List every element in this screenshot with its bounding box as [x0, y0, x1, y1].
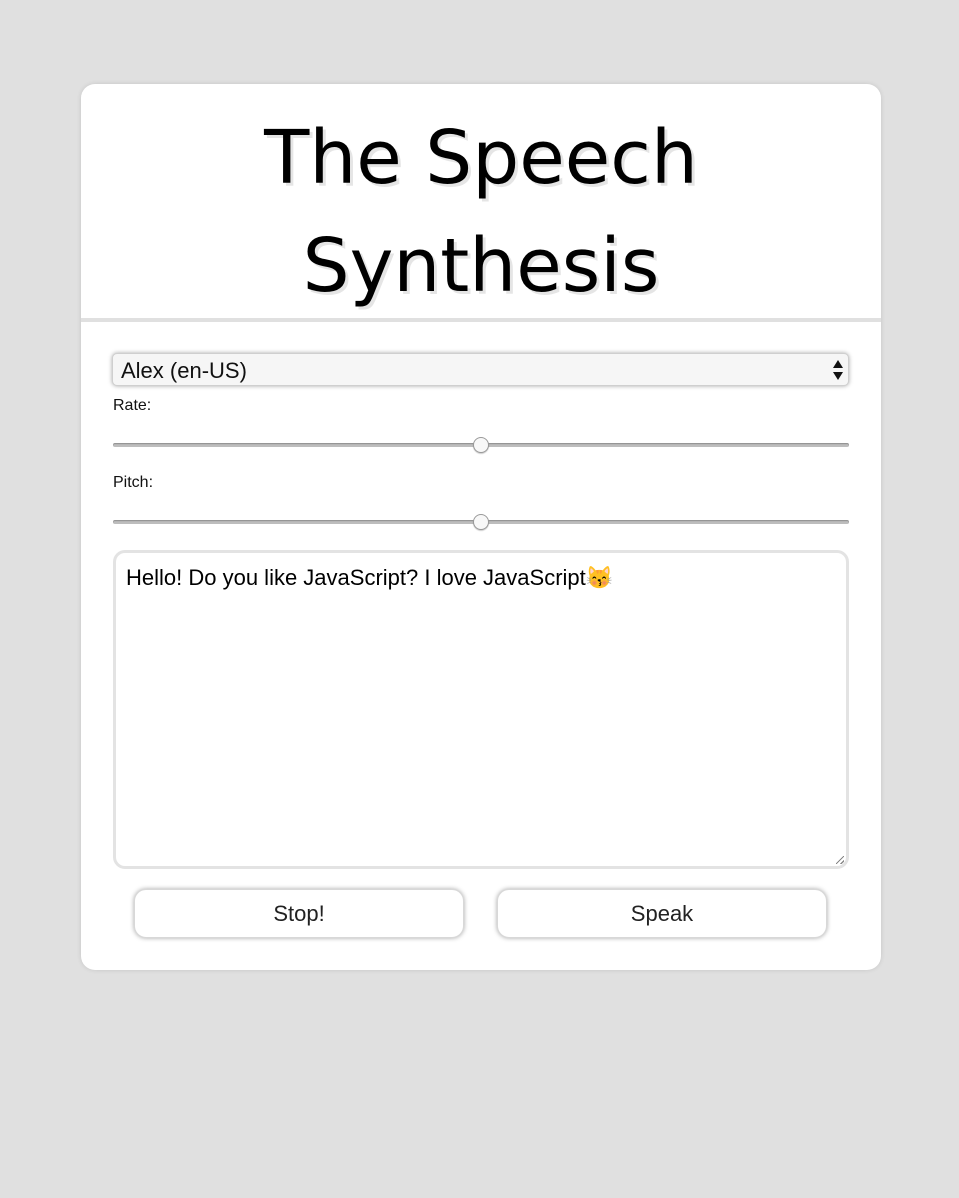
- rate-slider-thumb[interactable]: [473, 437, 489, 453]
- voice-select[interactable]: Alex (en-US): [112, 353, 849, 386]
- speak-button[interactable]: Speak: [497, 889, 827, 938]
- pitch-slider-thumb[interactable]: [473, 514, 489, 530]
- voice-select-value: Alex (en-US): [121, 358, 247, 383]
- arrow-down-icon: [833, 372, 843, 380]
- select-arrows-icon: [833, 360, 845, 382]
- arrow-up-icon: [833, 360, 843, 368]
- title-line-1: The Speech: [264, 115, 698, 201]
- page-title: The Speech Synthesis: [81, 104, 881, 320]
- title-line-2: Synthesis: [302, 223, 660, 309]
- stop-button[interactable]: Stop!: [134, 889, 464, 938]
- rate-slider[interactable]: [113, 437, 849, 453]
- message-textarea[interactable]: Hello! Do you like JavaScript? I love Ja…: [113, 550, 849, 869]
- voiceinator-card: The Speech Synthesis Alex (en-US) Rate: …: [81, 84, 881, 970]
- title-divider: [81, 318, 881, 322]
- pitch-label: Pitch:: [113, 474, 154, 491]
- rate-label: Rate:: [113, 397, 152, 414]
- resize-grip-icon[interactable]: [836, 856, 844, 864]
- pitch-slider[interactable]: [113, 514, 849, 530]
- message-text: Hello! Do you like JavaScript? I love Ja…: [126, 565, 614, 590]
